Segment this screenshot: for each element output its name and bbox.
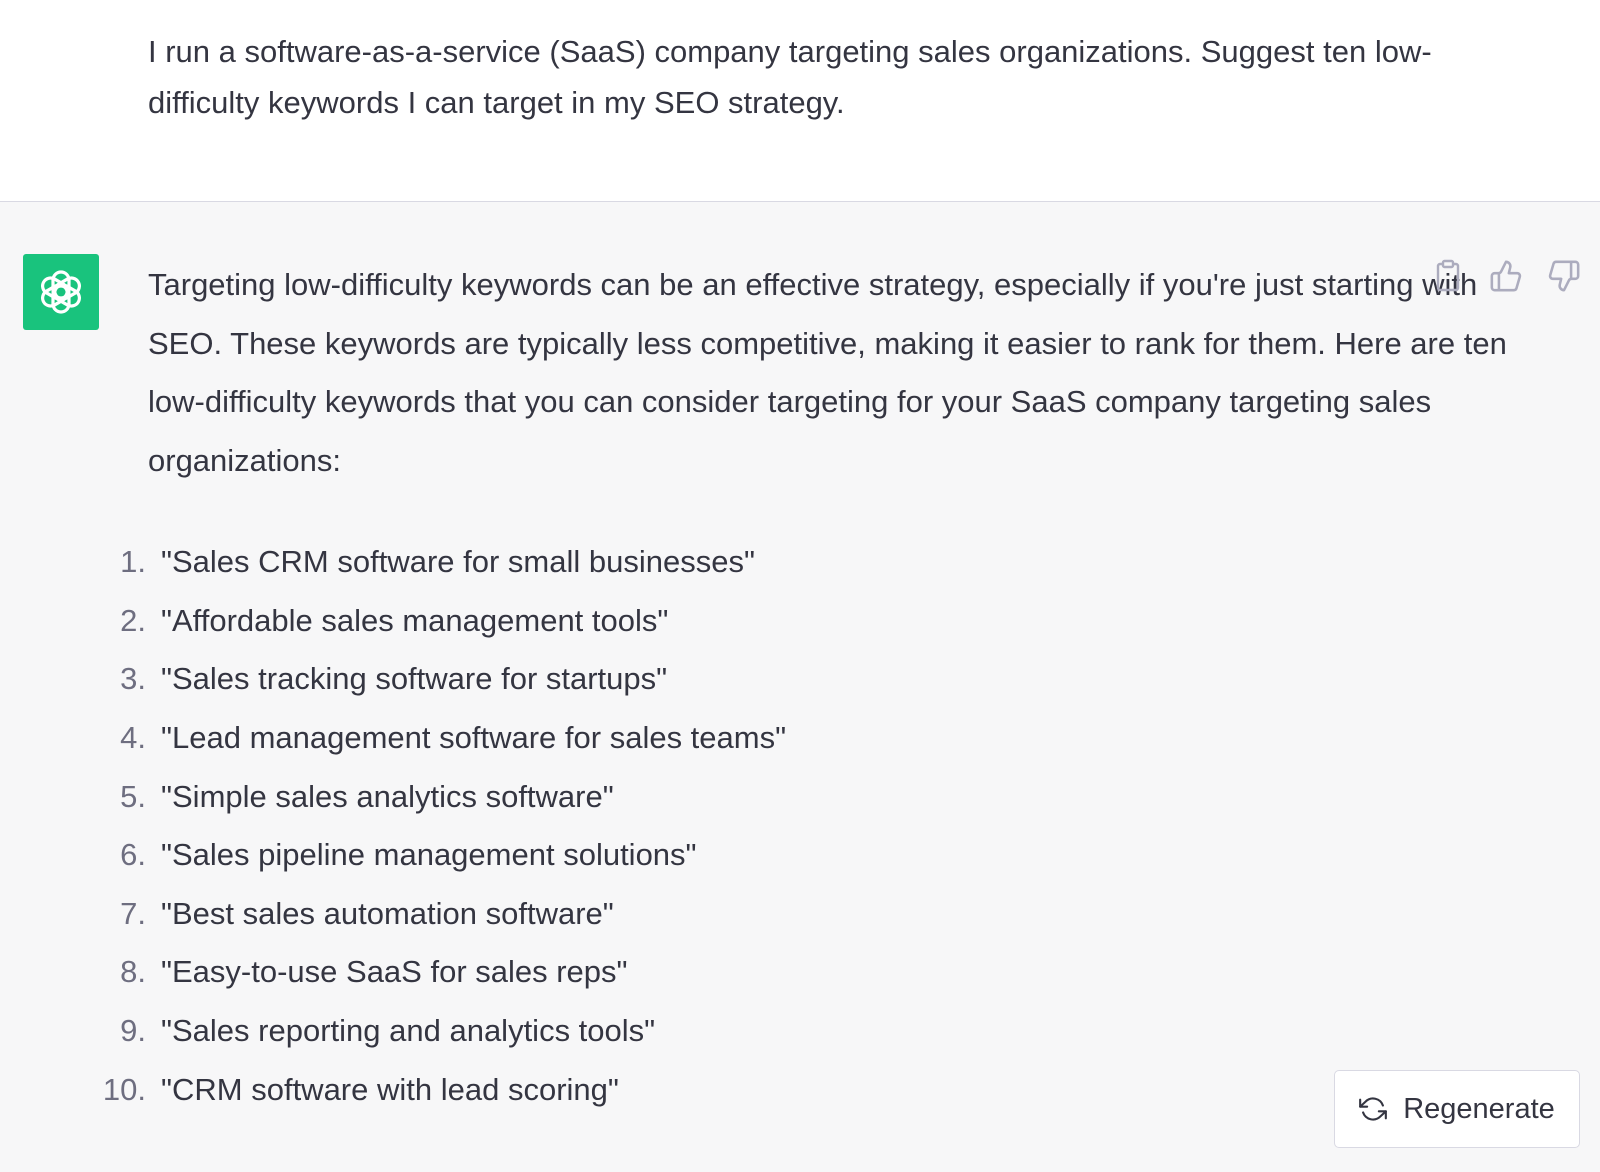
list-item-number: 10. — [102, 1071, 146, 1107]
list-item-number: 9. — [120, 1013, 146, 1049]
user-message-text: I run a software-as-a-service (SaaS) com… — [148, 34, 1432, 120]
list-item: 1. "Sales CRM software for small business… — [100, 533, 786, 592]
list-item: 10. "CRM software with lead scoring" — [100, 1060, 786, 1119]
thumbs-down-button[interactable] — [1546, 258, 1582, 294]
thumbs-up-icon — [1490, 260, 1522, 292]
message-actions — [1430, 258, 1582, 294]
list-item: 5. "Simple sales analytics software" — [100, 767, 786, 826]
list-item-number: 5. — [120, 778, 146, 814]
list-item-text: "Best sales automation software" — [161, 895, 614, 931]
list-item-text: "Sales reporting and analytics tools" — [161, 1013, 656, 1049]
list-item-text: "Sales tracking software for startups" — [161, 661, 668, 697]
user-message: I run a software-as-a-service (SaaS) com… — [0, 0, 1600, 202]
regenerate-button[interactable]: Regenerate — [1334, 1070, 1580, 1148]
refresh-icon — [1359, 1097, 1388, 1121]
list-item-number: 1. — [120, 544, 146, 580]
thumbs-down-icon — [1548, 260, 1580, 292]
assistant-intro-text: Targeting low-difficulty keywords can be… — [148, 267, 1507, 478]
list-item: 4. "Lead management software for sales te… — [100, 709, 786, 768]
list-item-number: 6. — [120, 837, 146, 873]
list-item-text: "Sales CRM software for small businesses… — [161, 544, 755, 580]
copy-button[interactable] — [1430, 258, 1466, 294]
list-item: 6. "Sales pipeline management solutions" — [100, 826, 786, 885]
keyword-list: 1. "Sales CRM software for small business… — [100, 533, 786, 1119]
assistant-message: Targeting low-difficulty keywords can be… — [0, 203, 1600, 1172]
list-item: 9. "Sales reporting and analytics tools" — [100, 1002, 786, 1061]
list-item-number: 3. — [120, 661, 146, 697]
assistant-avatar — [23, 254, 99, 330]
list-item: 2. "Affordable sales management tools" — [100, 592, 786, 651]
list-item-text: "CRM software with lead scoring" — [161, 1071, 619, 1107]
clipboard-icon — [1436, 259, 1460, 292]
list-item-text: "Easy-to-use SaaS for sales reps" — [161, 954, 628, 990]
list-item: 8. "Easy-to-use SaaS for sales reps" — [100, 943, 786, 1002]
openai-logo-icon — [41, 270, 81, 314]
list-item-number: 7. — [120, 895, 146, 931]
thumbs-up-button[interactable] — [1488, 258, 1524, 294]
list-item-number: 2. — [120, 602, 146, 638]
list-item-text: "Lead management software for sales team… — [161, 720, 787, 756]
list-item-text: "Affordable sales management tools" — [161, 602, 669, 638]
list-item: 7. "Best sales automation software" — [100, 885, 786, 944]
list-item: 3. "Sales tracking software for startups" — [100, 650, 786, 709]
list-item-number: 8. — [120, 954, 146, 990]
list-item-text: "Sales pipeline management solutions" — [161, 837, 697, 873]
list-item-text: "Simple sales analytics software" — [161, 778, 614, 814]
regenerate-label: Regenerate — [1403, 1092, 1555, 1125]
list-item-number: 4. — [120, 720, 146, 756]
